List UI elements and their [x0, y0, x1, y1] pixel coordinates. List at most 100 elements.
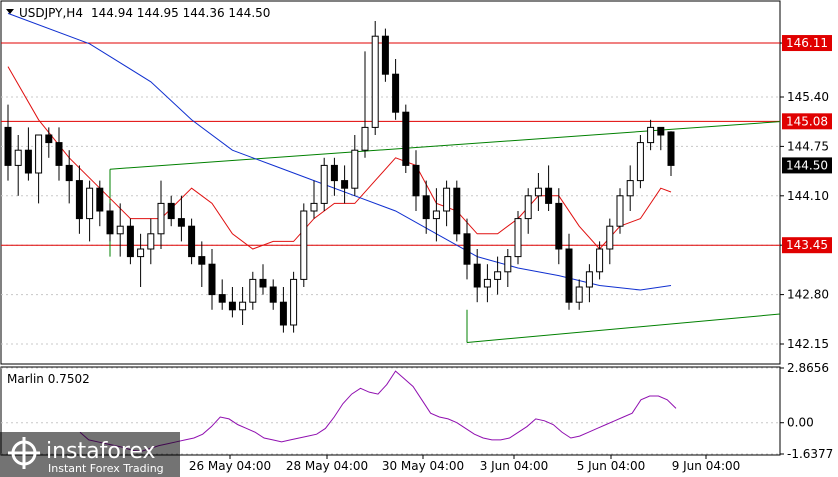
candle-body	[514, 218, 522, 258]
candle-body	[188, 225, 196, 258]
candle-body	[75, 180, 83, 220]
candle	[636, 135, 644, 189]
candle-body	[106, 210, 114, 235]
candle-body	[239, 301, 247, 311]
candle-body	[157, 202, 165, 235]
candle-body	[432, 210, 440, 220]
candle-body	[453, 187, 461, 235]
candle-body	[412, 164, 420, 197]
candle-body	[330, 164, 338, 182]
candle-body	[647, 126, 655, 144]
time-tick-label: 26 May 04:00	[189, 459, 271, 473]
candle-body	[269, 286, 277, 303]
candle-body	[126, 225, 134, 258]
price-tick-label: 144.10	[787, 189, 829, 203]
candle-body	[524, 195, 532, 220]
candle-body	[361, 126, 369, 151]
ohlc-readout: 144.94 144.95 144.36 144.50	[91, 6, 270, 20]
candle-body	[86, 187, 94, 220]
candle-body	[636, 142, 644, 182]
candle-body	[96, 187, 104, 212]
indicator-tick-label: -1.6377	[787, 447, 833, 461]
candle-body	[300, 210, 308, 280]
candle-body	[14, 149, 22, 166]
candle-body	[351, 149, 359, 189]
candle	[371, 21, 379, 135]
instaforex-logo: instaforex Instant Forex Trading	[0, 432, 180, 477]
time-tick-label: 28 May 04:00	[286, 459, 368, 473]
candle	[453, 180, 461, 242]
candle-body	[422, 195, 430, 220]
candle-body	[218, 294, 226, 303]
logo-tagline: Instant Forex Trading	[48, 462, 164, 475]
candle-body	[596, 248, 604, 273]
candle-body	[443, 187, 451, 212]
candle-body	[494, 271, 502, 280]
time-tick-label: 30 May 04:00	[382, 459, 464, 473]
candle-body	[341, 180, 349, 189]
candle-body	[198, 256, 206, 265]
candle-body	[473, 263, 481, 288]
price-tick-label: 142.15	[787, 337, 829, 351]
price-tick-label: 145.40	[787, 90, 829, 104]
candle-body	[208, 263, 216, 296]
logo-brand: instaforex	[46, 439, 156, 464]
candle-body	[555, 202, 563, 250]
candle-body	[290, 278, 298, 326]
candle-body	[45, 134, 53, 144]
candle-body	[228, 301, 236, 311]
candle-body	[320, 164, 328, 204]
candle-body	[626, 180, 634, 197]
indicator-tick-label: 2.8656	[787, 361, 829, 375]
candle	[514, 211, 522, 265]
price-chart[interactable]: 146.11 145.40 144.75 144.10 143.45 142.80 142.…	[0, 0, 838, 477]
candle-body	[381, 35, 389, 75]
candle-body	[463, 233, 471, 265]
candle-body	[147, 233, 155, 250]
level-tag-label: 143.45	[786, 238, 828, 252]
candle-body	[392, 73, 400, 113]
candle-body	[35, 134, 43, 174]
candle-body	[585, 271, 593, 288]
candle-body	[606, 225, 614, 250]
level-tag-label: 146.11	[786, 36, 828, 50]
symbol-label: USDJPY,H4	[19, 6, 83, 20]
candle-body	[249, 278, 257, 303]
candle	[381, 28, 389, 82]
candle-body	[657, 126, 665, 136]
candle-body	[167, 202, 175, 220]
candle-body	[55, 142, 63, 166]
time-tick-label: 5 Jun 04:00	[577, 459, 646, 473]
level-tag-label: 145.08	[786, 114, 828, 128]
price-tick-label: 142.80	[787, 288, 829, 302]
candle-body	[279, 301, 287, 326]
chart-background	[0, 0, 838, 477]
time-tick-label: 9 Jun 04:00	[672, 459, 741, 473]
candle-body	[65, 164, 73, 182]
price-tick-label: 144.75	[787, 139, 829, 153]
candle-body	[137, 248, 145, 258]
indicator-tick-label: 0.00	[787, 416, 814, 430]
candle-body	[616, 195, 624, 227]
candle-body	[402, 111, 410, 166]
indicator-label: Marlin 0.7502	[7, 372, 90, 386]
candle-body	[4, 126, 12, 166]
candle-body	[310, 202, 318, 212]
candle	[320, 157, 328, 211]
candle-body	[504, 256, 512, 273]
chart-title: USDJPY,H4 144.94 144.95 144.36 144.50	[6, 6, 270, 20]
candle	[290, 271, 298, 333]
current-price-label: 144.50	[786, 158, 828, 172]
candle-body	[24, 149, 32, 174]
candle-body	[575, 286, 583, 303]
candle-body	[177, 218, 185, 227]
candle-body	[667, 131, 675, 166]
candle-body	[116, 225, 124, 235]
candle-body	[534, 187, 542, 197]
candle-body	[545, 187, 553, 204]
candle-body	[483, 278, 491, 288]
candle	[402, 104, 410, 173]
candle-body	[259, 278, 267, 288]
time-tick-label: 3 Jun 04:00	[480, 459, 549, 473]
candle-body	[565, 248, 573, 303]
